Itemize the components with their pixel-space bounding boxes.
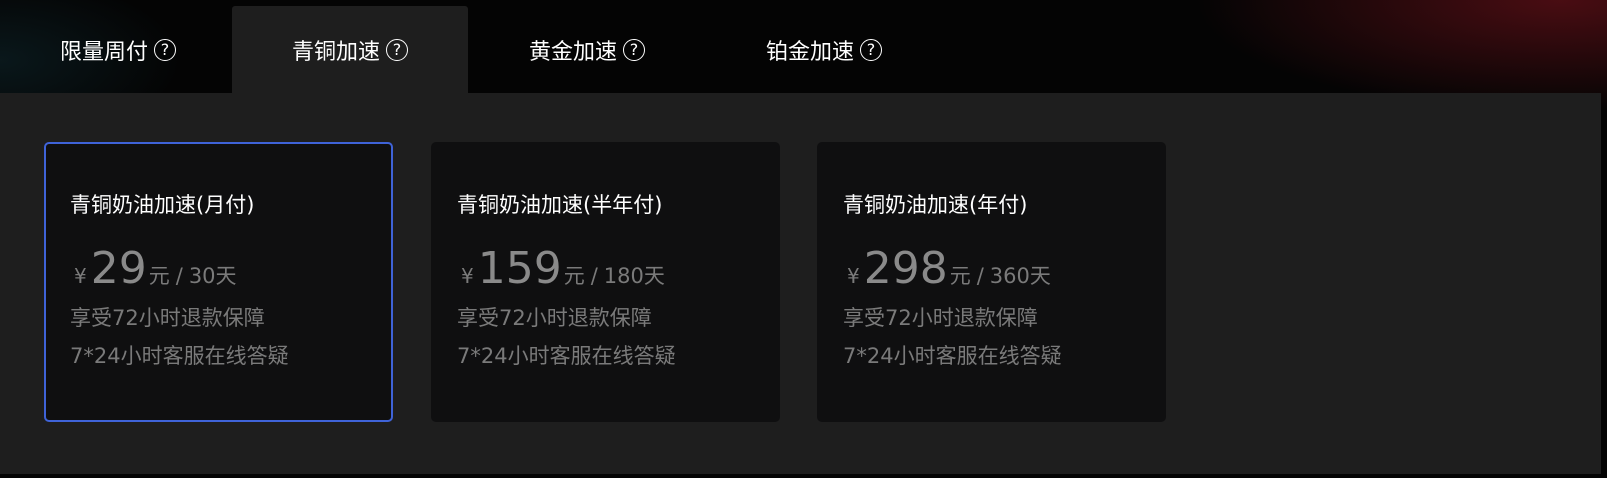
price-period: 180天 <box>603 264 665 288</box>
price-amount: 298 <box>863 243 948 294</box>
currency-symbol: ¥ <box>847 264 860 288</box>
price-separator: / <box>590 264 598 288</box>
plan-price: ¥ 29 元 / 30天 <box>70 243 391 299</box>
price-separator: / <box>976 264 984 288</box>
tab-limited-weekly[interactable]: 限量周付 ? <box>0 6 236 93</box>
plan-price: ¥ 159 元 / 180天 <box>457 243 780 299</box>
plan-card-monthly[interactable]: 青铜奶油加速(月付) ¥ 29 元 / 30天 享受72小时退款保障 7*24小… <box>44 142 393 422</box>
plan-card-half-year[interactable]: 青铜奶油加速(半年付) ¥ 159 元 / 180天 享受72小时退款保障 7*… <box>431 142 780 422</box>
help-icon[interactable]: ? <box>623 38 645 61</box>
plan-price: ¥ 298 元 / 360天 <box>843 243 1166 299</box>
tab-label: 青铜加速 <box>291 39 380 65</box>
price-amount: 159 <box>477 243 562 294</box>
currency-symbol: ¥ <box>461 264 474 288</box>
price-amount: 29 <box>90 243 147 294</box>
tab-gold[interactable]: 黄金加速 ? <box>469 6 705 93</box>
price-unit: 元 <box>949 264 971 288</box>
price-period: 30天 <box>188 264 237 288</box>
help-icon[interactable]: ? <box>860 38 882 61</box>
plan-title: 青铜奶油加速(月付) <box>70 193 255 217</box>
price-unit: 元 <box>148 264 170 288</box>
tab-platinum[interactable]: 铂金加速 ? <box>706 6 942 93</box>
plan-title: 青铜奶油加速(年付) <box>843 193 1028 217</box>
plan-feature: 享受72小时退款保障 <box>70 306 265 330</box>
currency-symbol: ¥ <box>74 264 87 288</box>
tab-label: 黄金加速 <box>528 39 617 65</box>
help-icon[interactable]: ? <box>154 38 176 61</box>
plan-feature: 享受72小时退款保障 <box>457 306 652 330</box>
plan-feature: 7*24小时客服在线答疑 <box>457 344 676 368</box>
price-period: 360天 <box>989 264 1051 288</box>
plan-feature: 7*24小时客服在线答疑 <box>70 344 289 368</box>
plan-card-yearly[interactable]: 青铜奶油加速(年付) ¥ 298 元 / 360天 享受72小时退款保障 7*2… <box>817 142 1166 422</box>
help-icon[interactable]: ? <box>386 38 408 61</box>
price-separator: / <box>175 264 183 288</box>
plan-tier-tabs: 限量周付 ? 青铜加速 ? 黄金加速 ? 铂金加速 ? <box>0 0 1607 93</box>
tab-label: 限量周付 <box>59 39 148 65</box>
price-unit: 元 <box>563 264 585 288</box>
plans-panel: 青铜奶油加速(月付) ¥ 29 元 / 30天 享受72小时退款保障 7*24小… <box>0 93 1601 474</box>
plan-feature: 享受72小时退款保障 <box>843 306 1038 330</box>
plan-title: 青铜奶油加速(半年付) <box>457 193 663 217</box>
plan-feature: 7*24小时客服在线答疑 <box>843 344 1062 368</box>
tab-bronze[interactable]: 青铜加速 ? <box>232 6 468 93</box>
tab-label: 铂金加速 <box>765 39 854 65</box>
